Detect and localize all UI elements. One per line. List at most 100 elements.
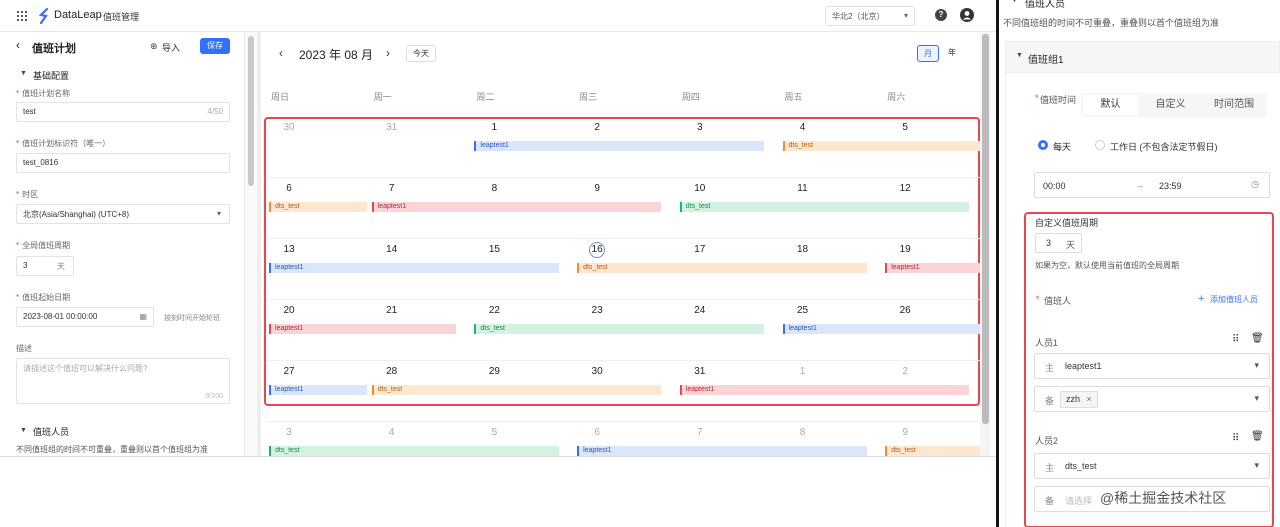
name-input[interactable]: test 4/50 bbox=[16, 102, 230, 122]
year-view-toggle[interactable]: 年 bbox=[941, 45, 963, 62]
duty-event-bar[interactable]: leaptest1 bbox=[679, 385, 970, 395]
day-cell-number[interactable]: 14 bbox=[372, 244, 412, 255]
duty-event-bar[interactable]: dts_test bbox=[269, 446, 559, 456]
day-cell-number[interactable]: 10 bbox=[680, 183, 720, 194]
day-cell-number[interactable]: 3 bbox=[680, 122, 720, 133]
import-icon[interactable]: ⊕ bbox=[150, 41, 158, 52]
duty-event-bar[interactable]: leaptest1 bbox=[269, 263, 559, 273]
day-cell-number[interactable]: 21 bbox=[372, 305, 412, 316]
day-cell-number[interactable]: 16 bbox=[589, 242, 606, 258]
custom-cycle-input[interactable]: 3 天 bbox=[1035, 233, 1082, 253]
delete-icon[interactable]: 🗑 bbox=[1251, 333, 1264, 344]
duty-event-bar[interactable]: dts_test bbox=[474, 324, 764, 334]
day-cell-number[interactable]: 29 bbox=[474, 366, 514, 377]
duty-event-bar[interactable]: dts_test bbox=[885, 446, 981, 456]
tab-time-range[interactable]: 时间范围 bbox=[1203, 95, 1265, 115]
day-cell-number[interactable]: 2 bbox=[577, 122, 617, 133]
day-cell-number[interactable]: 9 bbox=[885, 427, 925, 438]
duty-event-bar[interactable]: dts_test bbox=[679, 202, 970, 212]
today-button[interactable]: 今天 bbox=[406, 45, 436, 62]
day-cell-number[interactable]: 2 bbox=[885, 366, 925, 377]
duty-event-bar[interactable]: dts_test bbox=[782, 141, 981, 151]
time-range-picker[interactable]: 00:00 → 23:59 ◷ bbox=[1034, 172, 1270, 198]
day-cell-number[interactable]: 27 bbox=[269, 366, 309, 377]
start-date-input[interactable]: 2023-08-01 00:00:00 ▦ bbox=[16, 307, 154, 327]
duty-event-bar[interactable]: leaptest1 bbox=[269, 324, 456, 334]
day-cell-number[interactable]: 5 bbox=[474, 427, 514, 438]
person1-primary-select[interactable]: 主 leaptest1 ▾ bbox=[1034, 353, 1270, 379]
prev-month-arrow[interactable]: ‹ bbox=[279, 46, 283, 60]
duty-group-header[interactable]: ▼ 值班组1 bbox=[1005, 41, 1280, 73]
add-person-icon[interactable]: + bbox=[1198, 293, 1204, 305]
radio-workday-label[interactable]: 工作日 (不包含法定节假日) bbox=[1110, 140, 1218, 153]
duty-event-bar[interactable]: leaptest1 bbox=[577, 446, 867, 456]
tab-custom[interactable]: 自定义 bbox=[1143, 95, 1198, 115]
back-arrow-icon[interactable]: ‹ bbox=[16, 38, 20, 52]
day-cell-number[interactable]: 23 bbox=[577, 305, 617, 316]
drag-handle-icon[interactable]: ⠿ bbox=[1232, 433, 1239, 444]
caret-down-icon[interactable]: ▼ bbox=[20, 427, 27, 434]
person2-primary-select[interactable]: 主 dts_test ▾ bbox=[1034, 453, 1270, 479]
import-button[interactable]: 导入 bbox=[162, 41, 180, 54]
radio-workday-icon[interactable] bbox=[1095, 140, 1105, 150]
add-person-button[interactable]: 添加值班人员 bbox=[1210, 294, 1258, 305]
description-textarea[interactable]: 请描述这个值班可以解决什么问题? 0/200 bbox=[16, 358, 230, 404]
day-cell-number[interactable]: 6 bbox=[269, 183, 309, 194]
duty-event-bar[interactable]: dts_test bbox=[577, 263, 867, 273]
day-cell-number[interactable]: 8 bbox=[474, 183, 514, 194]
radio-every-day-label[interactable]: 每天 bbox=[1053, 140, 1071, 153]
duty-event-bar[interactable]: leaptest1 bbox=[782, 324, 981, 334]
tab-default[interactable]: 默认 bbox=[1083, 95, 1138, 115]
day-cell-number[interactable]: 30 bbox=[269, 122, 309, 133]
help-icon[interactable]: ? bbox=[935, 9, 947, 21]
close-icon[interactable]: × bbox=[1087, 394, 1092, 404]
module-name[interactable]: 值班管理 bbox=[103, 10, 139, 23]
day-cell-number[interactable]: 4 bbox=[372, 427, 412, 438]
day-cell-number[interactable]: 8 bbox=[783, 427, 823, 438]
day-cell-number[interactable]: 31 bbox=[680, 366, 720, 377]
day-cell-number[interactable]: 28 bbox=[372, 366, 412, 377]
day-cell-number[interactable]: 30 bbox=[577, 366, 617, 377]
user-avatar-icon[interactable] bbox=[960, 8, 974, 22]
calendar-scrollbar[interactable] bbox=[980, 32, 991, 456]
duty-event-bar[interactable]: dts_test bbox=[269, 202, 367, 212]
grid-menu-icon[interactable] bbox=[16, 10, 28, 22]
day-cell-number[interactable]: 31 bbox=[372, 122, 412, 133]
day-cell-number[interactable]: 26 bbox=[885, 305, 925, 316]
caret-down-icon[interactable]: ▼ bbox=[1011, 0, 1018, 4]
day-cell-number[interactable]: 6 bbox=[577, 427, 617, 438]
day-cell-number[interactable]: 25 bbox=[783, 305, 823, 316]
day-cell-number[interactable]: 3 bbox=[269, 427, 309, 438]
day-cell-number[interactable]: 1 bbox=[783, 366, 823, 377]
day-cell-number[interactable]: 20 bbox=[269, 305, 309, 316]
day-cell-number[interactable]: 19 bbox=[885, 244, 925, 255]
day-cell-number[interactable]: 1 bbox=[474, 122, 514, 133]
person1-backup-select[interactable]: 备 zzh × ▾ bbox=[1034, 386, 1270, 412]
day-cell-number[interactable]: 4 bbox=[783, 122, 823, 133]
day-cell-number[interactable]: 22 bbox=[474, 305, 514, 316]
id-input[interactable]: test_0816 bbox=[16, 153, 230, 173]
duty-event-bar[interactable]: leaptest1 bbox=[269, 385, 367, 395]
delete-icon[interactable]: 🗑 bbox=[1251, 431, 1264, 442]
left-scrollbar[interactable] bbox=[245, 32, 257, 456]
save-button[interactable]: 保存 bbox=[200, 38, 230, 54]
global-cycle-input[interactable]: 3 天 bbox=[16, 256, 74, 276]
app-name[interactable]: DataLeap bbox=[54, 9, 102, 21]
day-cell-number[interactable]: 15 bbox=[474, 244, 514, 255]
day-cell-number[interactable]: 5 bbox=[885, 122, 925, 133]
duty-event-bar[interactable]: leaptest1 bbox=[885, 263, 981, 273]
day-cell-number[interactable]: 18 bbox=[783, 244, 823, 255]
duty-event-bar[interactable]: leaptest1 bbox=[474, 141, 764, 151]
region-select[interactable]: 华北2（北京） ▾ bbox=[825, 6, 915, 26]
day-cell-number[interactable]: 11 bbox=[783, 183, 823, 194]
duty-event-bar[interactable]: dts_test bbox=[371, 385, 662, 395]
day-cell-number[interactable]: 13 bbox=[269, 244, 309, 255]
caret-down-icon[interactable]: ▼ bbox=[20, 70, 27, 77]
timezone-select[interactable]: 北京(Asia/Shanghai) (UTC+8) ▾ bbox=[16, 204, 230, 224]
day-cell-number[interactable]: 9 bbox=[577, 183, 617, 194]
duty-event-bar[interactable]: leaptest1 bbox=[371, 202, 662, 212]
day-cell-number[interactable]: 7 bbox=[372, 183, 412, 194]
drag-handle-icon[interactable]: ⠿ bbox=[1232, 334, 1239, 345]
radio-every-day-icon[interactable] bbox=[1038, 140, 1048, 150]
month-view-toggle[interactable]: 月 bbox=[917, 45, 939, 62]
